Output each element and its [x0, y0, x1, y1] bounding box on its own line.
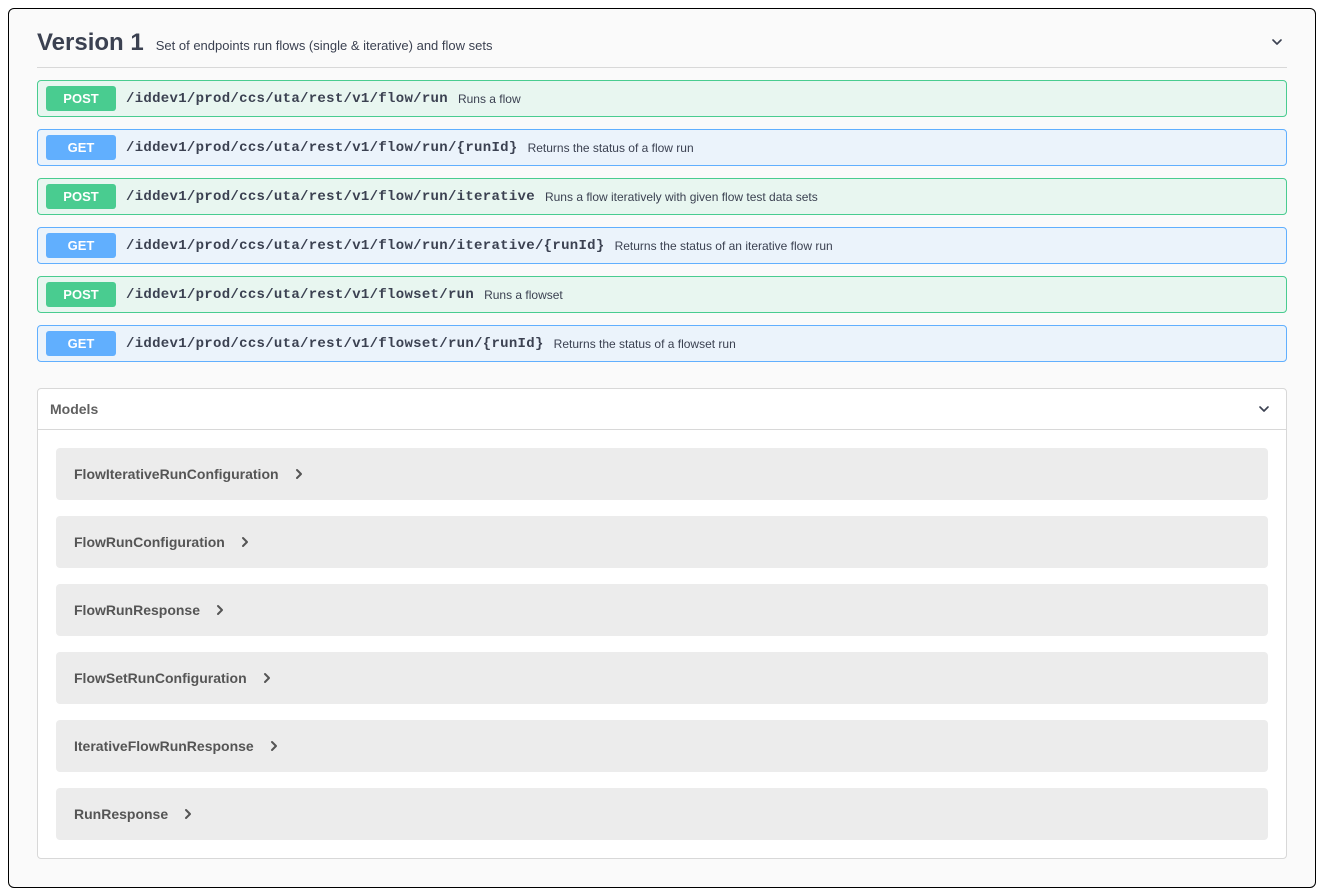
- http-method-badge: GET: [46, 233, 116, 258]
- model-item[interactable]: IterativeFlowRunResponse: [56, 720, 1268, 772]
- endpoint-description: Runs a flow iteratively with given flow …: [545, 190, 818, 204]
- endpoint-path: /iddev1/prod/ccs/uta/rest/v1/flow/run/{r…: [126, 140, 518, 156]
- chevron-down-icon[interactable]: [1254, 399, 1274, 419]
- endpoint-row[interactable]: GET/iddev1/prod/ccs/uta/rest/v1/flow/run…: [37, 129, 1287, 166]
- endpoint-path: /iddev1/prod/ccs/uta/rest/v1/flow/run: [126, 91, 448, 107]
- models-header[interactable]: Models: [38, 389, 1286, 430]
- model-name: FlowRunConfiguration: [74, 534, 225, 550]
- endpoint-path: /iddev1/prod/ccs/uta/rest/v1/flow/run/it…: [126, 189, 535, 205]
- api-docs-panel: Version 1 Set of endpoints run flows (si…: [8, 8, 1316, 888]
- endpoint-row[interactable]: POST/iddev1/prod/ccs/uta/rest/v1/flow/ru…: [37, 178, 1287, 215]
- section-header-left: Version 1 Set of endpoints run flows (si…: [37, 29, 492, 57]
- chevron-right-icon: [270, 740, 278, 752]
- endpoint-description: Runs a flowset: [484, 288, 563, 302]
- chevron-down-icon[interactable]: [1267, 32, 1287, 52]
- section-header[interactable]: Version 1 Set of endpoints run flows (si…: [37, 29, 1287, 68]
- endpoint-path: /iddev1/prod/ccs/uta/rest/v1/flowset/run: [126, 287, 474, 303]
- section-description: Set of endpoints run flows (single & ite…: [156, 38, 493, 53]
- chevron-right-icon: [184, 808, 192, 820]
- http-method-badge: GET: [46, 331, 116, 356]
- endpoint-row[interactable]: POST/iddev1/prod/ccs/uta/rest/v1/flow/ru…: [37, 80, 1287, 117]
- chevron-right-icon: [241, 536, 249, 548]
- endpoint-row[interactable]: POST/iddev1/prod/ccs/uta/rest/v1/flowset…: [37, 276, 1287, 313]
- models-title: Models: [50, 401, 98, 417]
- chevron-right-icon: [216, 604, 224, 616]
- chevron-right-icon: [263, 672, 271, 684]
- model-item[interactable]: RunResponse: [56, 788, 1268, 840]
- http-method-badge: POST: [46, 184, 116, 209]
- chevron-right-icon: [295, 468, 303, 480]
- model-item[interactable]: FlowSetRunConfiguration: [56, 652, 1268, 704]
- endpoint-description: Returns the status of a flowset run: [554, 337, 736, 351]
- endpoint-path: /iddev1/prod/ccs/uta/rest/v1/flow/run/it…: [126, 238, 605, 254]
- models-body: FlowIterativeRunConfiguration FlowRunConf…: [38, 430, 1286, 858]
- endpoint-description: Returns the status of a flow run: [528, 141, 694, 155]
- endpoint-description: Returns the status of an iterative flow …: [615, 239, 833, 253]
- model-item[interactable]: FlowRunConfiguration: [56, 516, 1268, 568]
- model-name: FlowIterativeRunConfiguration: [74, 466, 279, 482]
- http-method-badge: GET: [46, 135, 116, 160]
- endpoint-description: Runs a flow: [458, 92, 521, 106]
- section-title: Version 1: [37, 29, 144, 57]
- model-name: FlowRunResponse: [74, 602, 200, 618]
- http-method-badge: POST: [46, 282, 116, 307]
- model-name: FlowSetRunConfiguration: [74, 670, 247, 686]
- model-name: IterativeFlowRunResponse: [74, 738, 254, 754]
- model-item[interactable]: FlowIterativeRunConfiguration: [56, 448, 1268, 500]
- endpoint-row[interactable]: GET/iddev1/prod/ccs/uta/rest/v1/flow/run…: [37, 227, 1287, 264]
- model-name: RunResponse: [74, 806, 168, 822]
- endpoint-path: /iddev1/prod/ccs/uta/rest/v1/flowset/run…: [126, 336, 544, 352]
- endpoints-list: POST/iddev1/prod/ccs/uta/rest/v1/flow/ru…: [37, 80, 1287, 362]
- models-panel: Models FlowIterativeRunConfigurationFlow…: [37, 388, 1287, 859]
- model-item[interactable]: FlowRunResponse: [56, 584, 1268, 636]
- endpoint-row[interactable]: GET/iddev1/prod/ccs/uta/rest/v1/flowset/…: [37, 325, 1287, 362]
- http-method-badge: POST: [46, 86, 116, 111]
